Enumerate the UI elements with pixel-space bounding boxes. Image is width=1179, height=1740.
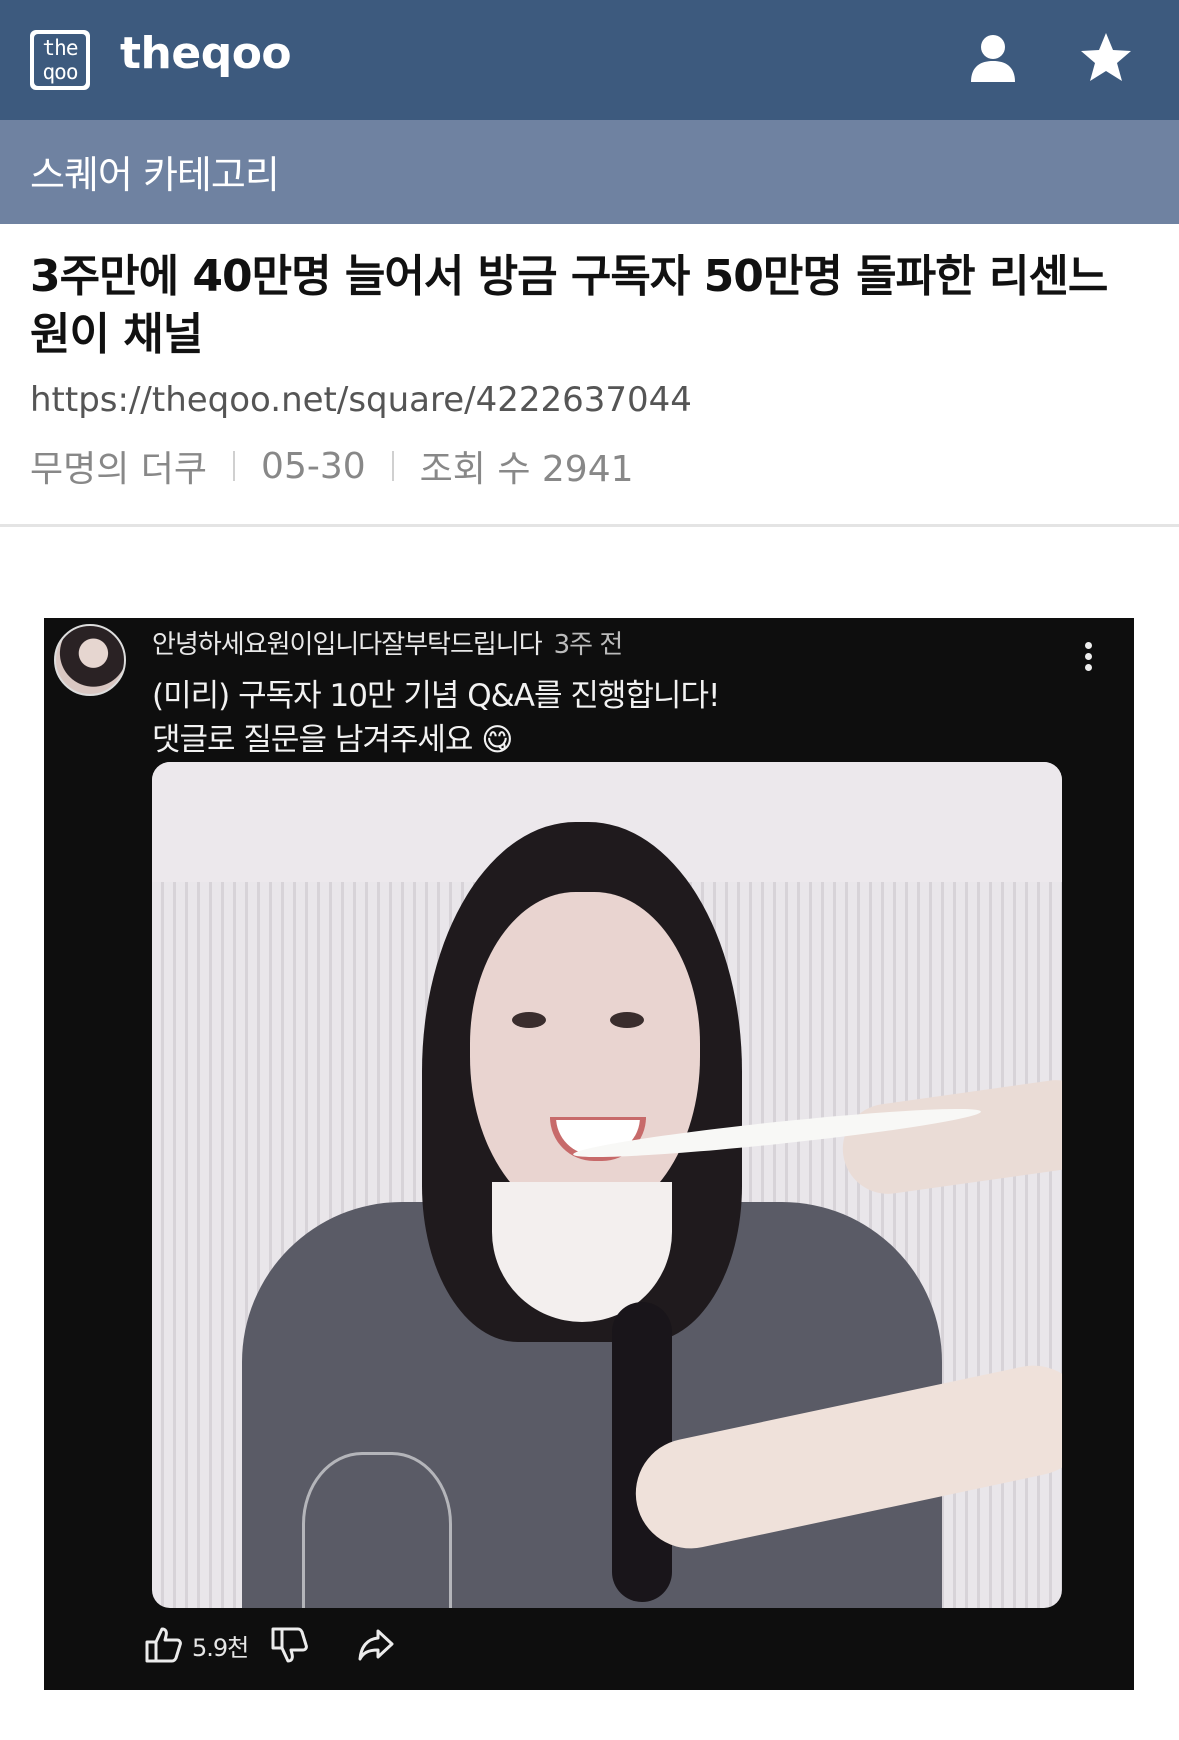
logo-text-bottom: qoo <box>42 60 79 84</box>
article-meta: 무명의 더쿠 05-30 조회 수 2941 <box>30 440 634 492</box>
category-label[interactable]: 스퀘어 카테고리 <box>30 144 280 199</box>
author-name: 무명의 더쿠 <box>30 449 208 490</box>
article-title: 3주만에 40만명 늘어서 방금 구독자 50만명 돌파한 리센느 원이 채널 <box>30 251 1108 360</box>
posted-ago: 3주 전 <box>553 630 624 660</box>
category-bar[interactable]: 스퀘어 카테고리 <box>0 120 1179 224</box>
post-text-line1: (미리) 구독자 10만 기념 Q&A를 진행합니다! <box>152 678 720 714</box>
meta-separator <box>391 451 394 481</box>
like-count: 5.9천 <box>192 1633 249 1662</box>
thumbs-down-icon <box>270 1625 310 1665</box>
brand-name[interactable]: theqoo <box>120 28 292 79</box>
logo-text-top: the <box>42 36 79 60</box>
channel-line: 안녕하세요원이입니다잘부탁드립니다 3주 전 <box>152 624 624 661</box>
star-icon[interactable] <box>1078 30 1134 86</box>
post-photo <box>152 762 1062 1608</box>
post-actions: 5.9천 <box>144 1620 396 1670</box>
post-date: 05-30 <box>261 445 366 487</box>
theqoo-logo[interactable]: the qoo <box>30 30 90 90</box>
view-count: 조회 수 2941 <box>419 449 634 490</box>
post-text-line2: 댓글로 질문을 남겨주세요 😋 <box>152 722 514 758</box>
user-icon[interactable] <box>965 30 1021 86</box>
share-icon <box>356 1625 396 1665</box>
more-vertical-icon <box>1078 642 1098 678</box>
meta-separator <box>233 451 236 481</box>
header-divider <box>0 524 1179 527</box>
logo-mark: the qoo <box>34 34 86 86</box>
top-bar: the qoo theqoo <box>0 0 1179 120</box>
avatar <box>54 624 126 696</box>
channel-name: 안녕하세요원이입니다잘부탁드립니다 <box>152 630 543 660</box>
embedded-screenshot: 안녕하세요원이입니다잘부탁드립니다 3주 전 (미리) 구독자 10만 기념 Q&… <box>44 618 1134 1690</box>
article-url[interactable]: https://theqoo.net/square/4222637044 <box>30 380 692 420</box>
thumbs-up-icon <box>144 1625 184 1665</box>
